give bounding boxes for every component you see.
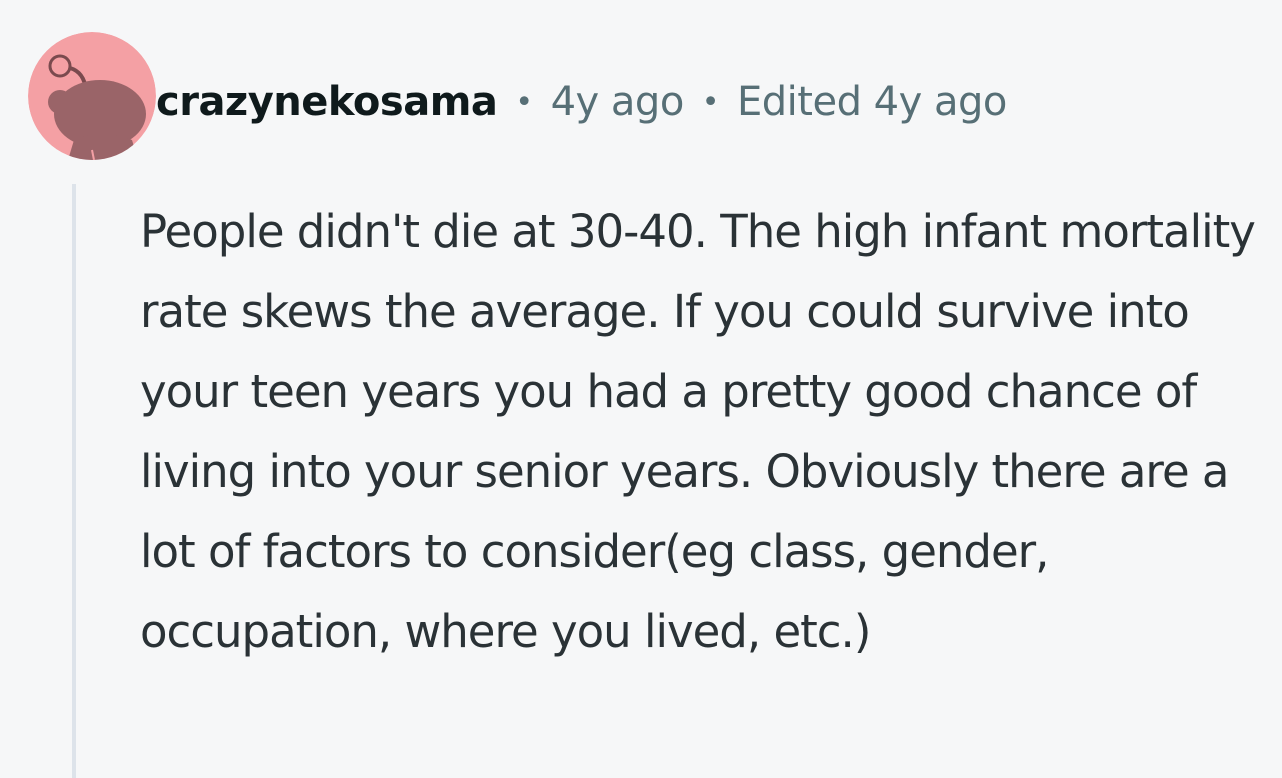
comment-body: People didn't die at 30-40. The high inf… xyxy=(140,205,1256,658)
post-timestamp[interactable]: 4y ago xyxy=(551,79,685,125)
user-avatar[interactable] xyxy=(28,32,156,160)
edited-timestamp: Edited 4y ago xyxy=(737,79,1007,125)
separator-dot: • xyxy=(701,84,720,120)
thread-collapse-line[interactable] xyxy=(72,184,76,778)
reddit-snoo-avatar-icon xyxy=(28,32,156,160)
comment: crazynekosama • 4y ago • Edited 4y ago P… xyxy=(0,0,1282,778)
username-link[interactable]: crazynekosama xyxy=(156,79,498,125)
comment-meta: crazynekosama • 4y ago • Edited 4y ago xyxy=(156,72,1007,132)
separator-dot: • xyxy=(515,84,533,120)
